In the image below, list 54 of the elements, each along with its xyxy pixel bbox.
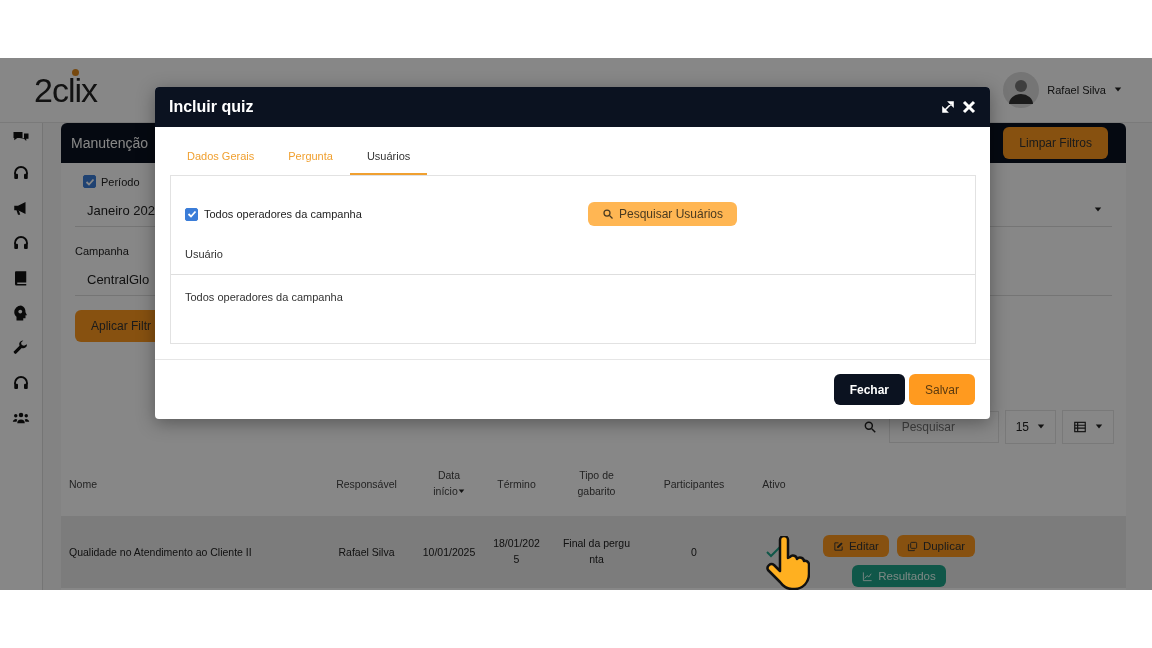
checkbox-label: Todos operadores da campanha bbox=[204, 208, 362, 220]
column-header: Nome bbox=[69, 478, 98, 490]
sort-caret-icon bbox=[457, 488, 465, 495]
tab[interactable]: Usuários bbox=[349, 145, 428, 175]
save-button[interactable]: Salvar bbox=[909, 374, 975, 405]
close-icon[interactable] bbox=[962, 100, 976, 114]
avatar-icon bbox=[1003, 72, 1040, 108]
headset-icon bbox=[12, 234, 30, 252]
table-cell-text: 10/01/2025 bbox=[421, 546, 477, 558]
search-users-button[interactable]: Pesquisar Usuários bbox=[588, 202, 738, 226]
gear-head-icon bbox=[12, 304, 30, 322]
column-header: Tipo de gabarito bbox=[576, 468, 617, 499]
caret-icon bbox=[1094, 206, 1102, 214]
logo: 2clix bbox=[34, 70, 98, 110]
table-cell-text: Todos operadores da campanha bbox=[184, 290, 344, 305]
wrench-icon bbox=[12, 339, 30, 357]
all-operators-checkbox[interactable] bbox=[185, 207, 198, 221]
clear-filters-button[interactable]: Limpar Filtros bbox=[1003, 127, 1108, 159]
column-header[interactable]: Data início bbox=[429, 468, 469, 500]
table-cell-text: Rafael Silva bbox=[337, 546, 396, 558]
edit-button[interactable]: Editar bbox=[822, 535, 889, 557]
checkbox-label: Período bbox=[101, 175, 140, 188]
table-cell-text: 0 bbox=[690, 546, 698, 558]
caret-icon bbox=[1037, 423, 1045, 431]
headset-icon bbox=[12, 164, 30, 182]
caret-icon bbox=[1114, 86, 1122, 94]
close-button[interactable]: Fechar bbox=[833, 374, 905, 405]
user-name[interactable]: Rafael Silva bbox=[1047, 84, 1106, 96]
dialog-title: Incluir quiz bbox=[169, 98, 254, 116]
column-header: Participantes bbox=[662, 478, 726, 490]
table-cell-text: Final da pergunta bbox=[561, 536, 632, 567]
column-header: Responsável bbox=[335, 478, 398, 490]
line-chart-icon bbox=[862, 570, 874, 582]
table-cell-text: 18/01/2025 bbox=[492, 536, 541, 567]
headset-icon bbox=[12, 374, 30, 392]
period-checkbox[interactable] bbox=[83, 175, 96, 188]
copy-icon bbox=[906, 540, 918, 552]
pointer-hand-icon bbox=[766, 536, 810, 590]
search-icon bbox=[862, 420, 877, 434]
page-title: Manutenção bbox=[71, 135, 149, 151]
column-header: Usuário bbox=[185, 248, 224, 260]
table-cell-text: Qualidade no Atendimento ao Cliente II bbox=[69, 546, 253, 558]
copy-button[interactable]: Duplicar bbox=[896, 535, 976, 557]
caret-icon bbox=[1095, 423, 1103, 431]
field-label: Campanha bbox=[75, 245, 129, 257]
column-header: Ativo bbox=[761, 478, 787, 490]
columns-button[interactable] bbox=[1062, 410, 1114, 444]
page-size-select[interactable]: 15 bbox=[1004, 410, 1056, 444]
edit-icon bbox=[832, 540, 844, 552]
column-header: Término bbox=[496, 478, 537, 490]
results-button[interactable]: Resultados bbox=[852, 565, 946, 587]
search-icon bbox=[602, 208, 614, 220]
expand-icon[interactable] bbox=[942, 101, 954, 113]
table-icon bbox=[1073, 420, 1087, 434]
